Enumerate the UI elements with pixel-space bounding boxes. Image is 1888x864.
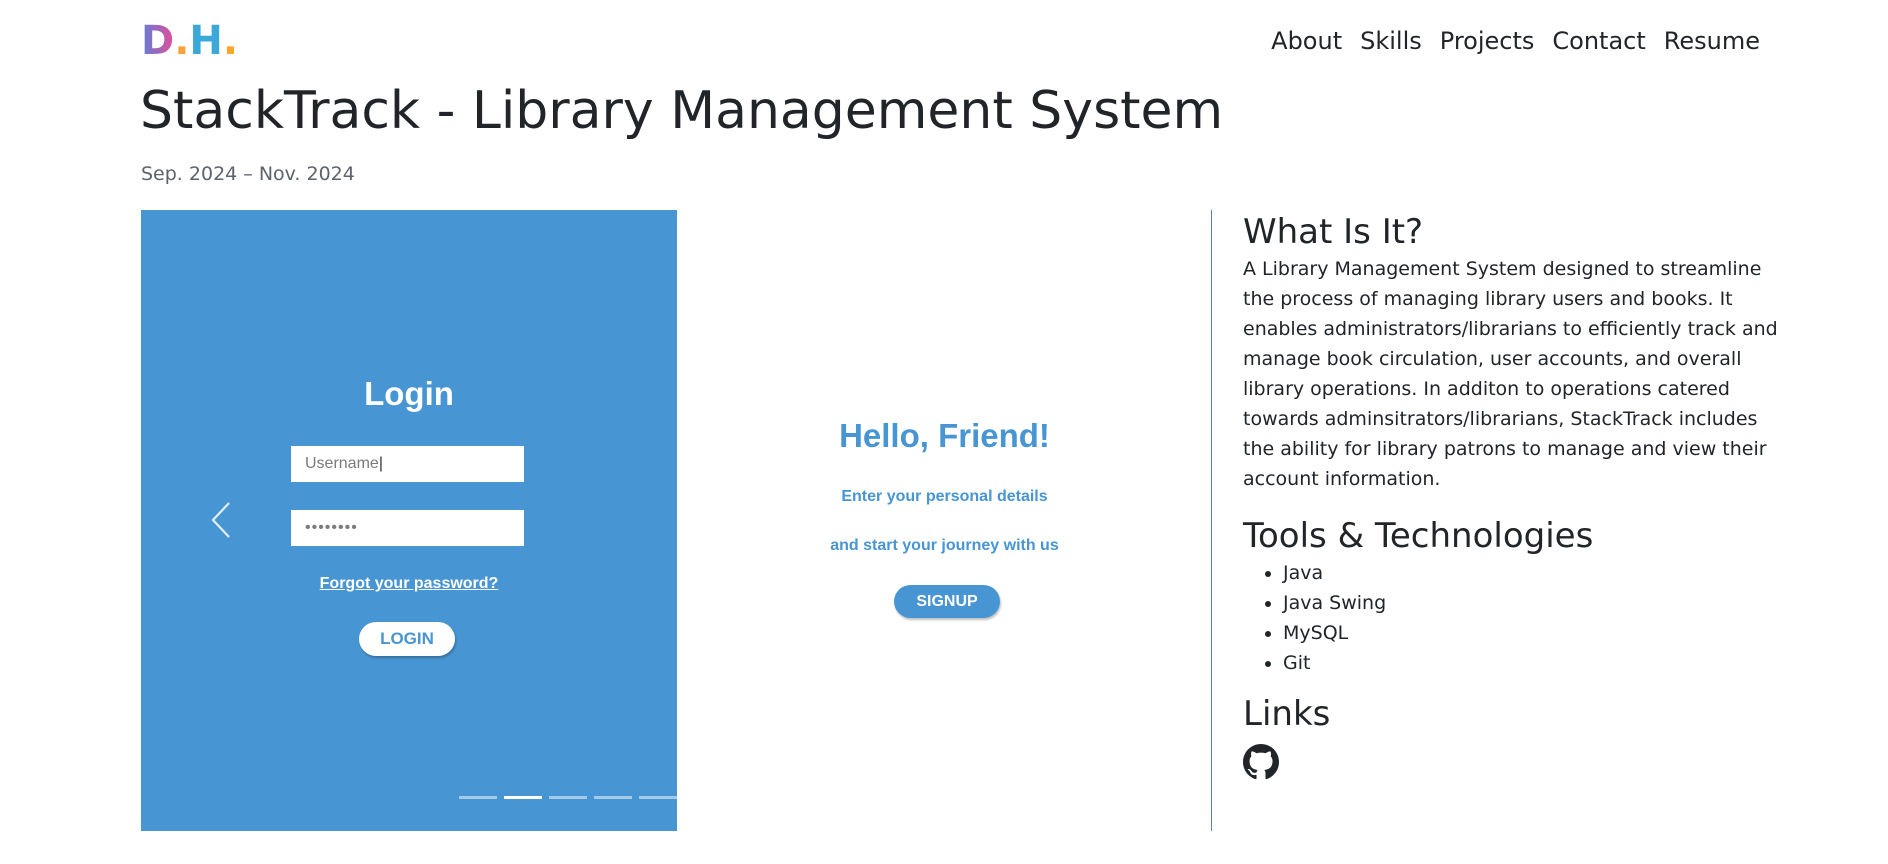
username-field: Username| <box>291 446 524 482</box>
login-heading: Login <box>364 375 454 412</box>
login-panel-image: Login Username| •••••••• Forgot your pas… <box>141 210 677 831</box>
carousel-indicators <box>459 796 677 799</box>
username-value: Username <box>305 455 379 472</box>
project-date: Sep. 2024 – Nov. 2024 <box>141 163 355 185</box>
hello-heading: Hello, Friend! <box>839 417 1050 454</box>
indicator-5[interactable] <box>639 796 677 799</box>
nav-projects[interactable]: Projects <box>1440 24 1535 58</box>
what-description: A Library Management System designed to … <box>1243 258 1778 490</box>
signup-button: SIGNUP <box>894 585 1000 618</box>
main-nav: About Skills Projects Contact Resume <box>1271 24 1760 58</box>
vertical-divider <box>1211 210 1212 831</box>
page-title: StackTrack - Library Management System <box>140 81 1224 141</box>
nav-about[interactable]: About <box>1271 24 1342 58</box>
forgot-password-link: Forgot your password? <box>319 575 499 592</box>
what-heading: What Is It? <box>1243 212 1424 252</box>
tools-list: Java Java Swing MySQL Git <box>1243 558 1783 678</box>
tool-item: Java <box>1283 558 1783 588</box>
nav-skills[interactable]: Skills <box>1360 24 1422 58</box>
tool-item: Git <box>1283 648 1783 678</box>
github-icon <box>1243 744 1279 780</box>
logo-letter-h: H <box>189 18 223 64</box>
password-field: •••••••• <box>291 510 524 546</box>
indicator-1[interactable] <box>459 796 497 799</box>
indicator-2[interactable] <box>504 796 542 799</box>
nav-resume[interactable]: Resume <box>1664 24 1760 58</box>
signup-subtext-1: Enter your personal details <box>841 488 1048 505</box>
logo-dot-1: . <box>174 18 190 64</box>
project-details: What Is It? A Library Management System … <box>1243 210 1783 784</box>
tool-item: Java Swing <box>1283 588 1783 618</box>
github-link[interactable] <box>1243 736 1279 784</box>
nav-contact[interactable]: Contact <box>1552 24 1645 58</box>
indicator-3[interactable] <box>549 796 587 799</box>
signup-subtext-2: and start your journey with us <box>830 537 1059 554</box>
links-heading: Links <box>1243 694 1331 734</box>
screenshot-carousel: Login Username| •••••••• Forgot your pas… <box>141 210 1212 831</box>
chevron-left-icon[interactable] <box>209 500 233 540</box>
site-logo[interactable]: D.H. <box>141 18 238 64</box>
indicator-4[interactable] <box>594 796 632 799</box>
signup-panel-image: Hello, Friend! Enter your personal detai… <box>677 210 1212 831</box>
logo-dot-2: . <box>222 18 239 64</box>
tools-heading: Tools & Technologies <box>1243 516 1594 556</box>
logo-letter-d: D <box>141 18 175 64</box>
login-button: LOGIN <box>359 622 455 656</box>
tool-item: MySQL <box>1283 618 1783 648</box>
